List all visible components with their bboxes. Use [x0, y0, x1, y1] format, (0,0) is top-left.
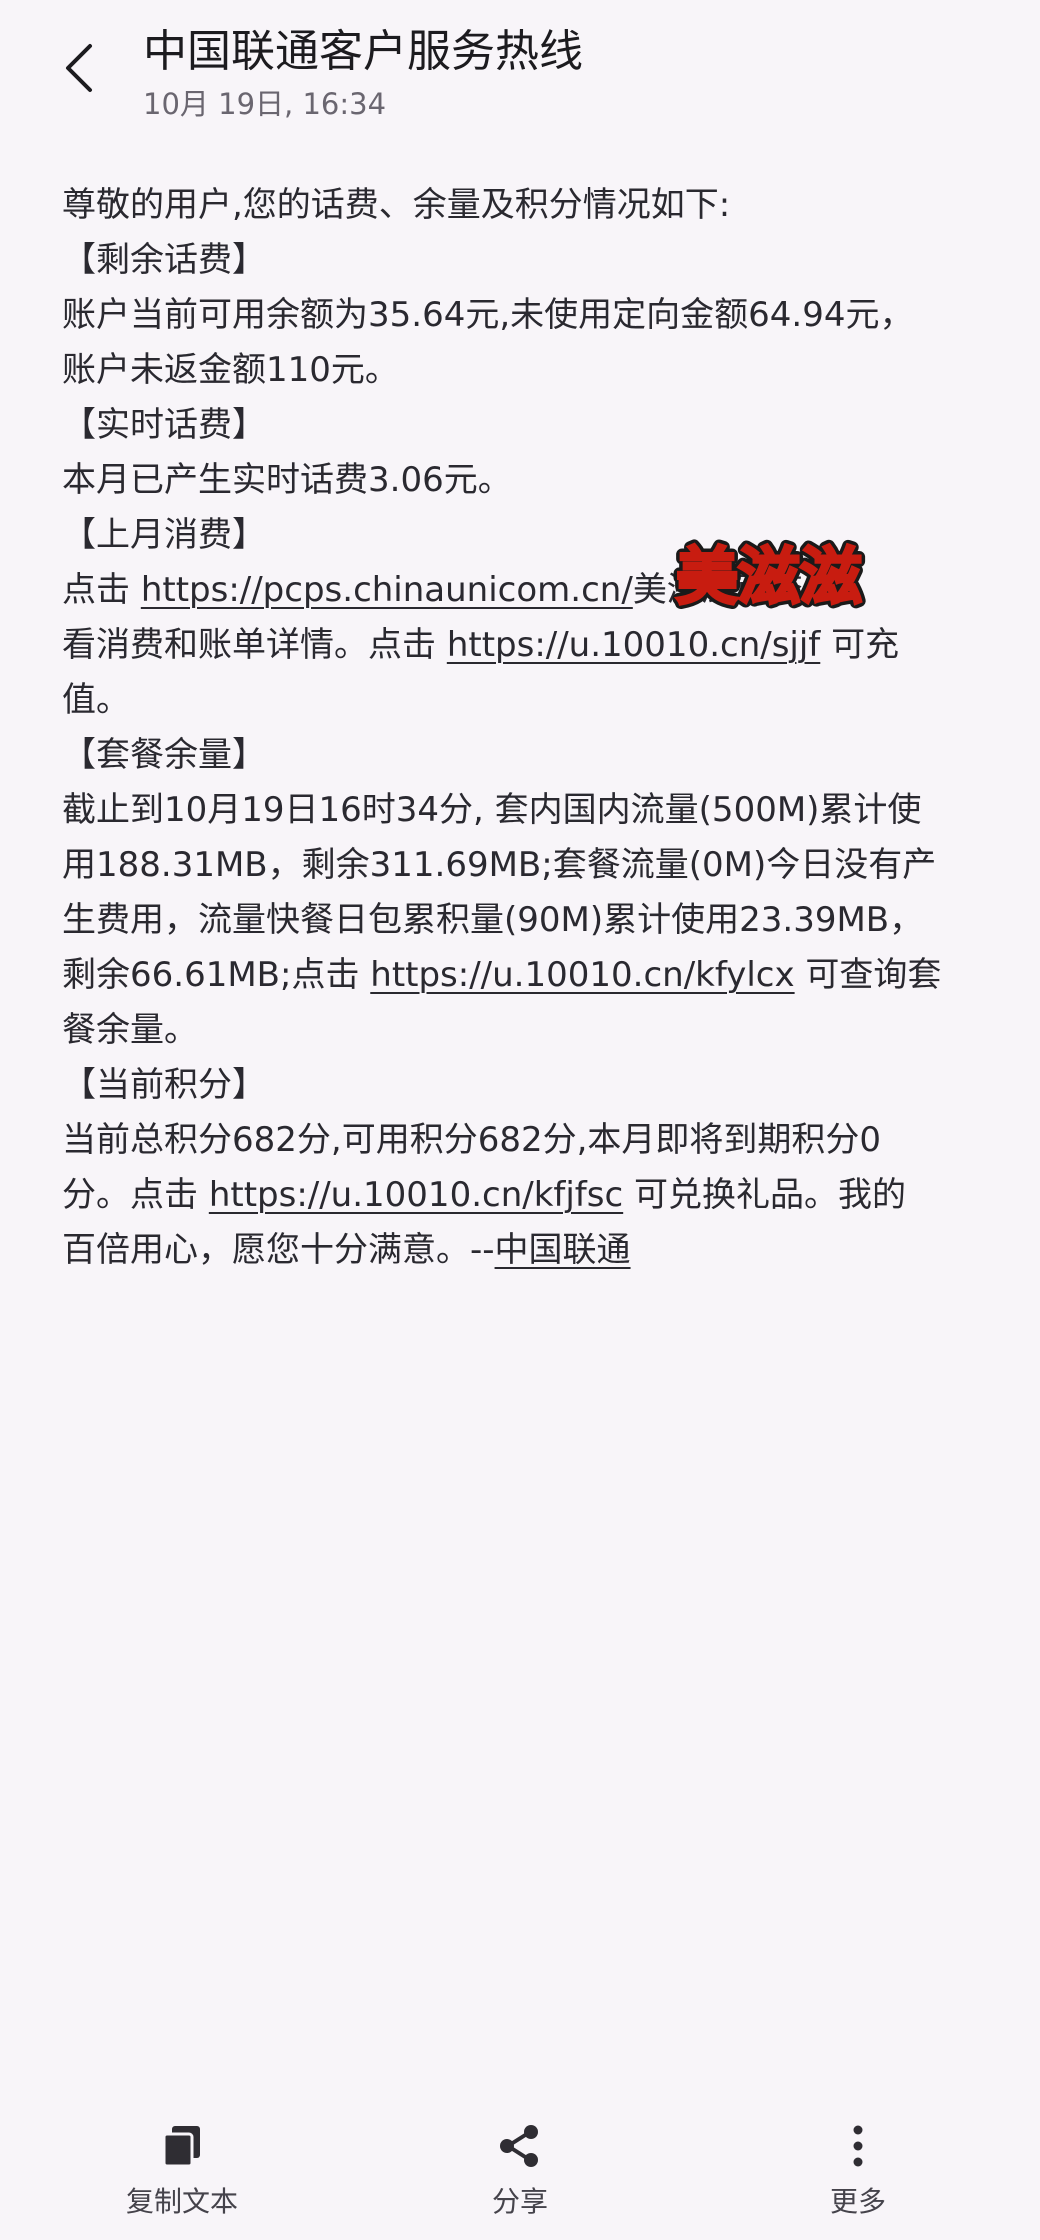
message-line: 【当前积分】: [62, 1058, 982, 1113]
message-line: 【实时话费】: [62, 398, 982, 453]
share-icon: [496, 2122, 544, 2170]
message-text: 尊敬的用户,您的话费、余量及积分情况如下:: [62, 185, 731, 225]
message-line: 分。点击 https://u.10010.cn/kfjfsc 可兑换礼品。我的: [62, 1168, 982, 1223]
message-line: 账户当前可用余额为35.64元,未使用定向金额64.94元，: [62, 288, 982, 343]
sender-title: 中国联通客户服务热线: [143, 26, 583, 77]
message-link[interactable]: https://pcps.chinaunicom.cn/: [141, 570, 633, 610]
message-link[interactable]: 中国联通: [495, 1230, 631, 1270]
message-text: 可兑换礼品。我的: [623, 1175, 906, 1215]
copy-text-button[interactable]: 复制文本: [62, 2122, 302, 2232]
message-link[interactable]: https://u.10010.cn/kfylcx: [370, 955, 794, 995]
message-text: 美滋滋可查: [632, 570, 803, 610]
header: 中国联通客户服务热线 10月 19日, 16:34: [0, 0, 1040, 150]
message-text: 点击: [62, 570, 141, 610]
message-text: 生费用，流量快餐日包累积量(90M)累计使用23.39MB，: [62, 900, 924, 940]
message-text: 剩余66.61MB;点击: [62, 955, 371, 995]
message-line: 用188.31MB，剩余311.69MB;套餐流量(0M)今日没有产: [62, 838, 982, 893]
back-button[interactable]: [48, 36, 112, 100]
message-text: 截止到10月19日16时34分, 套内国内流量(500M)累计使: [62, 790, 922, 830]
message-line: 餐余量。: [62, 1003, 982, 1058]
more-label: 更多: [829, 2185, 886, 2218]
message-line: 值。: [62, 673, 982, 728]
message-line: 剩余66.61MB;点击 https://u.10010.cn/kfylcx 可…: [62, 948, 982, 1003]
message-text: 餐余量。: [62, 1010, 198, 1050]
message-text: 本月已产生实时话费3.06元。: [62, 460, 512, 500]
message-text: 用188.31MB，剩余311.69MB;套餐流量(0M)今日没有产: [62, 845, 937, 885]
message-timestamp: 10月 19日, 16:34: [143, 87, 387, 121]
message-text: 【套餐余量】: [62, 735, 266, 775]
message-line: 生费用，流量快餐日包累积量(90M)累计使用23.39MB，: [62, 893, 982, 948]
message-text: 【剩余话费】: [62, 240, 266, 280]
message-line: 【剩余话费】: [62, 233, 982, 288]
message-text: 账户当前可用余额为35.64元,未使用定向金额64.94元，: [62, 295, 914, 335]
message-text: 分。点击: [62, 1175, 209, 1215]
message-text: 当前总积分682分,可用积分682分,本月即将到期积分0: [62, 1120, 882, 1160]
message-text: 【上月消费】: [62, 515, 266, 555]
message-line: 【套餐余量】: [62, 728, 982, 783]
message-body: 尊敬的用户,您的话费、余量及积分情况如下: 【剩余话费】 账户当前可用余额为35.…: [62, 178, 982, 1278]
message-text: 百倍用心，愿您十分满意。--: [62, 1230, 495, 1270]
message-text: 【当前积分】: [62, 1065, 266, 1105]
message-text: 账户未返金额110元。: [62, 350, 399, 390]
message-text: 值。: [62, 680, 130, 720]
message-link[interactable]: https://u.10010.cn/kfjfsc: [209, 1175, 623, 1215]
message-line: 账户未返金额110元。: [62, 343, 982, 398]
message-line: 本月已产生实时话费3.06元。: [62, 453, 982, 508]
more-vertical-icon: [834, 2122, 882, 2170]
copy-text-label: 复制文本: [125, 2185, 238, 2218]
share-label: 分享: [491, 2185, 548, 2218]
bottom-action-bar: 复制文本 分享 更多: [0, 2090, 1040, 2240]
message-text: 【实时话费】: [62, 405, 266, 445]
message-line: 当前总积分682分,可用积分682分,本月即将到期积分0: [62, 1113, 982, 1168]
message-line: 百倍用心，愿您十分满意。--中国联通: [62, 1223, 982, 1278]
message-text: 看消费和账单详情。点击: [62, 625, 447, 665]
copy-icon: [158, 2122, 206, 2170]
message-line: 看消费和账单详情。点击 https://u.10010.cn/sjjf 可充: [62, 618, 982, 673]
message-line: 【上月消费】: [62, 508, 982, 563]
message-text: 可充: [820, 625, 900, 665]
message-text: 可查询套: [794, 955, 942, 995]
message-link[interactable]: https://u.10010.cn/sjjf: [447, 625, 820, 665]
message-line: 截止到10月19日16时34分, 套内国内流量(500M)累计使: [62, 783, 982, 838]
message-line: 点击 https://pcps.chinaunicom.cn/美滋滋可查: [62, 563, 982, 618]
back-arrow-icon: [66, 44, 92, 92]
more-button[interactable]: 更多: [738, 2122, 978, 2232]
share-button[interactable]: 分享: [400, 2122, 640, 2232]
message-line: 尊敬的用户,您的话费、余量及积分情况如下:: [62, 178, 982, 233]
